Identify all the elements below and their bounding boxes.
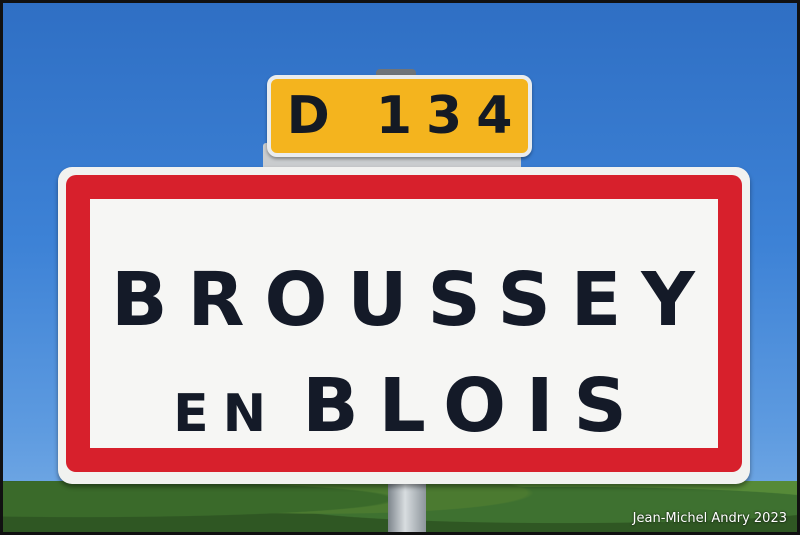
town-name-en: EN <box>173 384 281 444</box>
route-number-plate: D 134 <box>267 75 532 157</box>
town-name-line1: BROUSSEY <box>111 257 715 343</box>
photo-frame: D 134 BROUSSEY EN BLOIS Jean-Michel Andry… <box>0 0 800 535</box>
sign-red-border: BROUSSEY EN BLOIS <box>66 175 742 472</box>
town-entry-sign: BROUSSEY EN BLOIS <box>58 167 750 484</box>
town-name-line2: EN BLOIS <box>102 363 718 449</box>
photo-credit: Jean-Michel Andry 2023 <box>632 511 787 526</box>
town-name-blois: BLOIS <box>302 363 647 449</box>
route-number: D 134 <box>286 86 527 146</box>
